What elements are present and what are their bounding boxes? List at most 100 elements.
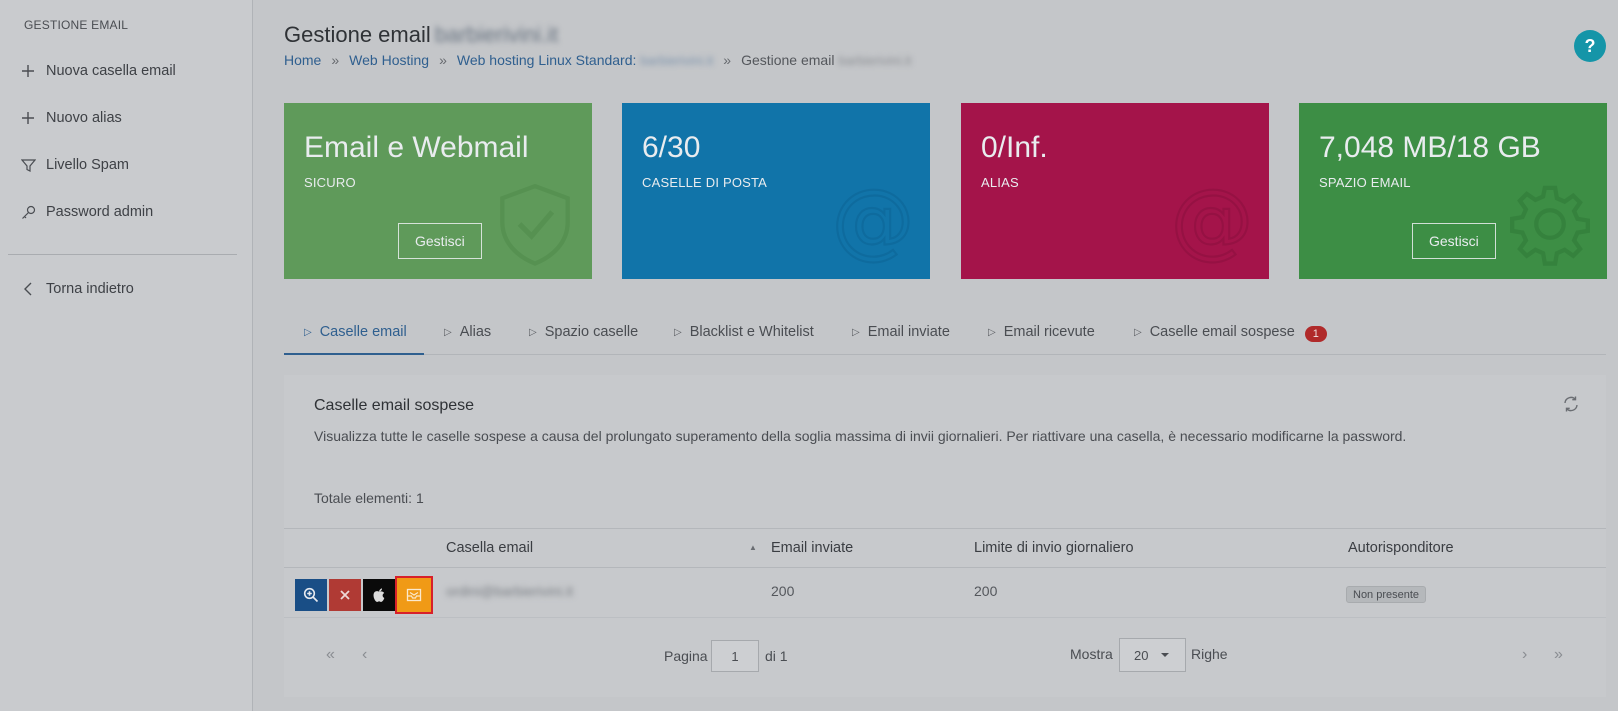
tab-bar: ▷ Caselle email ▷ Alias ▷ Spazio caselle…: [284, 318, 1606, 355]
apple-icon: [373, 588, 385, 602]
card-value: 6/30: [642, 131, 701, 164]
column-email[interactable]: Casella email: [446, 540, 533, 556]
sidebar: GESTIONE EMAIL Nuova casella email Nuovo…: [0, 0, 253, 711]
sidebar-item-admin-password[interactable]: Password admin: [20, 200, 153, 224]
breadcrumb-current: Gestione email barbierivini.it: [741, 52, 911, 68]
last-page-button[interactable]: »: [1554, 646, 1563, 664]
triangle-right-icon: ▷: [304, 327, 312, 338]
sidebar-item-label: Password admin: [46, 204, 154, 220]
svg-text:@: @: [1171, 181, 1254, 267]
triangle-right-icon: ▷: [444, 327, 452, 338]
breadcrumb-separator: »: [331, 52, 340, 68]
svg-text:@: @: [832, 181, 915, 267]
at-icon: @: [831, 181, 916, 267]
sidebar-item-new-mailbox[interactable]: Nuova casella email: [20, 59, 176, 83]
table-row: ordini@barbierivini.it 200 200 Non prese…: [284, 568, 1606, 618]
apple-config-button[interactable]: [363, 579, 395, 611]
card-value: 7,048 MB/18 GB: [1319, 131, 1541, 164]
plus-icon: [20, 63, 36, 79]
triangle-right-icon: ▷: [852, 327, 860, 338]
page-title-domain: barbierivini.it: [434, 22, 559, 47]
breadcrumb-current-domain: barbierivini.it: [838, 53, 912, 68]
view-button[interactable]: [295, 579, 327, 611]
suspended-mailboxes-panel: Caselle email sospese Visualizza tutte l…: [284, 375, 1606, 697]
panel-title: Caselle email sospese: [314, 397, 475, 414]
tab-suspended-mailboxes[interactable]: ▷ Caselle email sospese 1: [1134, 318, 1327, 355]
panel-description: Visualizza tutte le caselle sospese a ca…: [314, 428, 1407, 444]
breadcrumb-plan-domain: barbierivini.it: [640, 53, 714, 68]
breadcrumb-plan-label: Web hosting Linux Standard:: [456, 52, 637, 68]
table-header: Casella email ▲ Email inviate Limite di …: [284, 528, 1606, 568]
gear-icon: [1510, 185, 1590, 266]
row-email: ordini@barbierivini.it: [446, 583, 574, 599]
inbox-icon: [406, 588, 422, 602]
page-input[interactable]: 1: [711, 640, 759, 672]
breadcrumb-home[interactable]: Home: [284, 52, 321, 68]
rows-label: Righe: [1191, 646, 1228, 662]
sidebar-item-label: Livello Spam: [46, 157, 130, 173]
count-badge: 1: [1304, 326, 1327, 342]
triangle-right-icon: ▷: [529, 327, 537, 338]
tab-blacklist-whitelist[interactable]: ▷ Blacklist e Whitelist: [674, 318, 814, 355]
sidebar-divider: [8, 254, 237, 255]
card-email-space: 7,048 MB/18 GB SPAZIO EMAIL Gestisci: [1299, 103, 1607, 279]
card-label: SICURO: [304, 175, 356, 190]
show-label: Mostra: [1070, 646, 1113, 662]
breadcrumb-separator: »: [439, 52, 447, 68]
tab-label: Spazio caselle: [544, 324, 639, 340]
tab-mailbox-space[interactable]: ▷ Spazio caselle: [529, 318, 638, 355]
next-page-button[interactable]: ›: [1522, 646, 1527, 664]
breadcrumb-current-label: Gestione email: [741, 52, 835, 68]
tab-mailboxes[interactable]: ▷ Caselle email: [284, 318, 424, 355]
manage-space-button[interactable]: Gestisci: [1412, 223, 1496, 259]
sidebar-item-spam-level[interactable]: Livello Spam: [20, 153, 129, 177]
breadcrumb-plan[interactable]: Web hosting Linux Standard: barbierivini…: [457, 52, 713, 68]
row-sent: 200: [771, 583, 795, 599]
email-settings-button[interactable]: [395, 576, 433, 614]
page-title-text: Gestione email: [284, 22, 431, 47]
sidebar-item-label: Nuovo alias: [46, 110, 122, 126]
at-icon: @: [1170, 181, 1255, 267]
delete-button[interactable]: [329, 579, 361, 611]
breadcrumb-web-hosting[interactable]: Web Hosting: [349, 52, 429, 68]
chevron-left-icon: [20, 281, 36, 297]
tab-alias[interactable]: ▷ Alias: [444, 318, 491, 355]
back-label: Torna indietro: [46, 281, 134, 297]
card-label: SPAZIO EMAIL: [1319, 175, 1411, 190]
column-sent[interactable]: Email inviate: [771, 540, 853, 556]
row-daily-limit: 200: [974, 583, 998, 599]
autoresponder-badge: Non presente: [1346, 586, 1427, 603]
zoom-in-icon: [303, 587, 319, 603]
card-email-webmail: Email e Webmail SICURO Gestisci: [284, 103, 592, 279]
caret-down-icon: [1161, 653, 1170, 657]
card-alias: 0/Inf. ALIAS @: [961, 103, 1269, 279]
sidebar-item-label: Nuova casella email: [46, 63, 176, 79]
column-daily-limit[interactable]: Limite di invio giornaliero: [974, 540, 1134, 556]
help-button[interactable]: ?: [1574, 30, 1606, 62]
prev-page-button[interactable]: ‹: [362, 646, 367, 664]
tab-label: Caselle email: [319, 324, 407, 340]
rows-per-page-value: 20: [1134, 647, 1149, 663]
rows-per-page-select[interactable]: 20: [1119, 638, 1186, 672]
card-mailboxes: 6/30 CASELLE DI POSTA @: [622, 103, 930, 279]
refresh-icon[interactable]: [1562, 395, 1580, 413]
breadcrumb: Home » Web Hosting » Web hosting Linux S…: [284, 52, 911, 68]
tab-label: Alias: [459, 324, 492, 340]
card-value: Email e Webmail: [304, 131, 529, 164]
tab-received-emails[interactable]: ▷ Email ricevute: [988, 318, 1095, 355]
triangle-right-icon: ▷: [674, 327, 682, 338]
tab-sent-emails[interactable]: ▷ Email inviate: [852, 318, 950, 355]
breadcrumb-separator: »: [723, 52, 732, 68]
column-autoresponder[interactable]: Autorisponditore: [1348, 540, 1454, 556]
sidebar-item-new-alias[interactable]: Nuovo alias: [20, 106, 122, 130]
manage-webmail-button[interactable]: Gestisci: [398, 223, 482, 259]
pagination: « ‹ Pagina 1 di 1 Mostra 20 Righe › »: [284, 628, 1606, 688]
total-count: Totale elementi: 1: [314, 490, 424, 506]
tab-label: Blacklist e Whitelist: [689, 324, 814, 340]
tab-label: Email ricevute: [1003, 324, 1095, 340]
key-icon: [20, 204, 36, 220]
first-page-button[interactable]: «: [326, 646, 335, 664]
sort-asc-icon[interactable]: ▲: [749, 543, 757, 552]
back-button[interactable]: Torna indietro: [20, 277, 134, 301]
tab-label: Email inviate: [867, 324, 950, 340]
